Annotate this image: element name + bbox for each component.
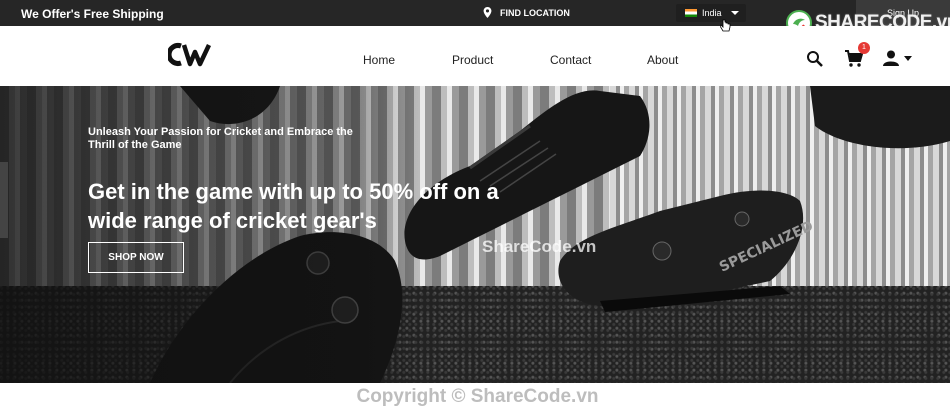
country-selector[interactable]: India	[676, 4, 746, 22]
nav-about[interactable]: About	[647, 53, 678, 67]
main-navbar: Home Product Contact About 1	[0, 26, 950, 86]
india-flag-icon	[685, 9, 697, 17]
carousel-prev-handle[interactable]	[0, 162, 8, 238]
hero-tagline: Unleash Your Passion for Cricket and Emb…	[88, 126, 353, 151]
hero-watermark: ShareCode.vn	[482, 237, 597, 256]
find-location-link[interactable]: FIND LOCATION	[483, 7, 570, 18]
hero-banner: SPECIALIZED Unleash Your Passion for Cri…	[0, 86, 950, 383]
country-label: India	[702, 8, 722, 18]
nav-home[interactable]: Home	[363, 53, 395, 67]
hero-headline: Get in the game with up to 50% off on a …	[88, 179, 499, 233]
search-icon[interactable]	[806, 50, 823, 67]
nav-contact[interactable]: Contact	[550, 53, 591, 67]
mouse-cursor-icon	[720, 19, 731, 32]
copyright-watermark: Copyright © ShareCode.vn	[0, 383, 950, 416]
caret-down-icon[interactable]	[904, 56, 912, 61]
shipping-banner: We Offer's Free Shipping	[21, 7, 164, 21]
find-location-label: FIND LOCATION	[500, 7, 570, 18]
nav-product[interactable]: Product	[452, 53, 493, 67]
shop-now-button[interactable]: SHOP NOW	[88, 242, 184, 273]
user-icon[interactable]	[883, 50, 899, 66]
brand-logo[interactable]	[168, 42, 211, 67]
map-pin-icon	[483, 7, 492, 18]
cart-count-badge: 1	[858, 42, 870, 54]
caret-down-icon	[730, 11, 739, 15]
